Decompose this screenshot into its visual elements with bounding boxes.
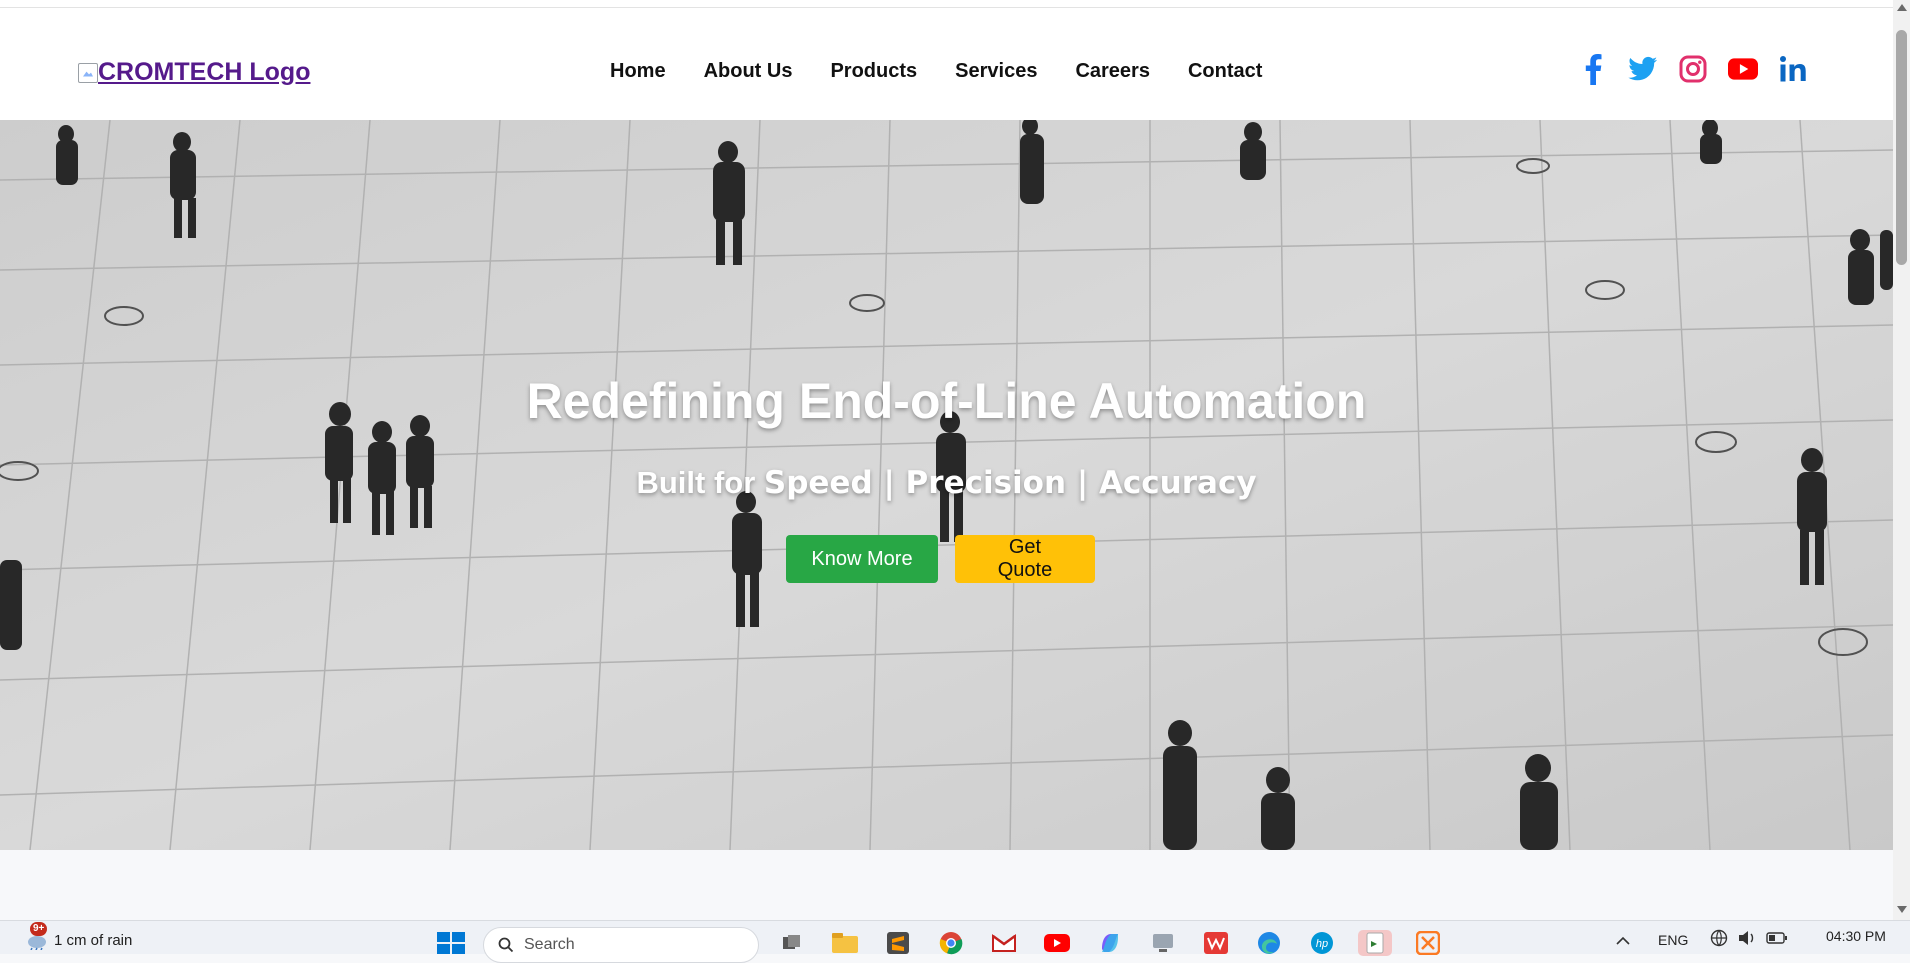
weather-widget[interactable]: 9+ 1 cm of rain <box>26 922 133 951</box>
nav-about-us[interactable]: About Us <box>704 60 793 83</box>
hero-title: Redefining End-of-Line Automation <box>526 373 1367 429</box>
broken-image-icon <box>78 62 98 83</box>
nav-services[interactable]: Services <box>955 60 1037 83</box>
chrome-icon[interactable] <box>934 930 968 956</box>
scroll-down-arrow-icon[interactable] <box>1897 906 1907 913</box>
know-more-button[interactable]: Know More <box>786 535 938 583</box>
top-strip <box>0 0 1893 8</box>
browser-viewport: CROMTECH Logo Home About Us Products Ser… <box>0 0 1910 920</box>
hero-subtitle: Built for Speed | Precision | Accuracy <box>0 465 1893 501</box>
nav-contact[interactable]: Contact <box>1188 60 1262 83</box>
active-app-icon[interactable] <box>1358 930 1392 956</box>
windows-taskbar: 9+ 1 cm of rain Search hp ENG 04:30 PM <box>0 920 1910 963</box>
wps-office-icon[interactable] <box>1199 930 1233 956</box>
hero-subtitle-highlights: Speed | Precision | Accuracy <box>763 465 1257 501</box>
taskbar-clock[interactable]: 04:30 PM <box>1826 928 1886 944</box>
sublime-text-icon[interactable] <box>881 930 915 956</box>
twitter-icon[interactable] <box>1628 53 1658 85</box>
battery-icon[interactable] <box>1766 931 1788 948</box>
hero-subtitle-prefix: Built for <box>636 465 756 500</box>
file-explorer-icon[interactable] <box>828 930 862 956</box>
rain-cloud-icon: 9+ <box>26 922 48 951</box>
weather-notification-badge: 9+ <box>30 922 48 936</box>
chevron-up-icon[interactable] <box>1616 932 1630 948</box>
nav-home[interactable]: Home <box>610 60 666 83</box>
page-below-hero <box>0 850 1893 920</box>
xampp-icon[interactable] <box>1411 930 1445 956</box>
youtube-icon[interactable] <box>1728 53 1758 85</box>
youtube-app-icon[interactable] <box>1040 930 1074 956</box>
search-placeholder: Search <box>524 936 575 953</box>
system-tray: ENG <box>1616 929 1788 950</box>
hero-content: Redefining End-of-Line Automation Built … <box>0 120 1893 850</box>
weather-text: 1 cm of rain <box>54 931 133 949</box>
main-nav: Home About Us Products Services Careers … <box>610 60 1262 83</box>
task-view-icon[interactable] <box>775 930 809 956</box>
social-links <box>1578 53 1808 85</box>
hero-section: Redefining End-of-Line Automation Built … <box>0 120 1893 850</box>
nav-careers[interactable]: Careers <box>1075 60 1150 83</box>
network-globe-icon[interactable] <box>1710 929 1728 950</box>
scrollbar-thumb[interactable] <box>1896 30 1907 265</box>
search-icon <box>498 937 514 953</box>
svg-text:hp: hp <box>1316 938 1328 950</box>
page-scrollbar[interactable] <box>1893 0 1910 920</box>
linkedin-icon[interactable] <box>1778 53 1808 85</box>
hero-cta-group: Know More Get Quote <box>786 535 1095 583</box>
hp-support-icon[interactable]: hp <box>1305 930 1339 956</box>
edge-icon[interactable] <box>1252 930 1286 956</box>
copilot-icon[interactable] <box>1093 930 1127 956</box>
site-header: CROMTECH Logo Home About Us Products Ser… <box>0 8 1893 120</box>
windows-start-icon[interactable] <box>437 932 465 954</box>
taskbar-pinned-apps: hp <box>775 930 1445 956</box>
language-indicator[interactable]: ENG <box>1658 932 1688 948</box>
nav-products[interactable]: Products <box>830 60 917 83</box>
facebook-icon[interactable] <box>1578 53 1608 85</box>
scroll-up-arrow-icon[interactable] <box>1897 4 1907 11</box>
get-quote-button[interactable]: Get Quote <box>955 535 1095 583</box>
taskbar-search-input[interactable]: Search <box>483 927 759 963</box>
gmail-icon[interactable] <box>987 930 1021 956</box>
logo-alt-text: CROMTECH Logo <box>98 58 311 86</box>
site-logo-link[interactable]: CROMTECH Logo <box>78 58 310 87</box>
network-drive-icon[interactable] <box>1146 930 1180 956</box>
instagram-icon[interactable] <box>1678 53 1708 85</box>
volume-icon[interactable] <box>1738 930 1756 949</box>
